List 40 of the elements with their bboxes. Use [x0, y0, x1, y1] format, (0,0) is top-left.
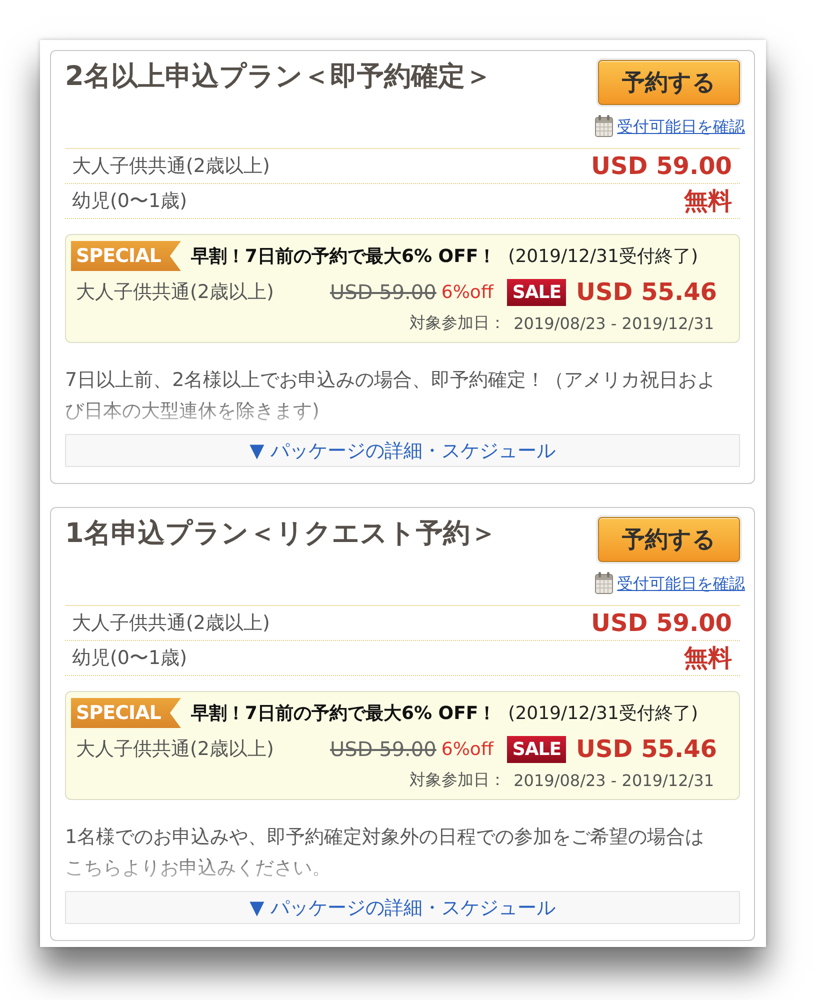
price-value: USD 59.00 — [591, 152, 732, 180]
details-toggle-button[interactable]: ▼ パッケージの詳細・スケジュール — [65, 891, 740, 924]
price-label: 大人子供共通(2歳以上) — [76, 737, 274, 762]
price-label: 幼児(0〜1歳) — [72, 189, 188, 214]
period-dates: 2019/08/23 - 2019/12/31 — [514, 314, 714, 332]
sale-price: USD 55.46 — [576, 735, 717, 763]
original-price: USD 59.00 — [330, 280, 436, 304]
details-toggle-button[interactable]: ▼ パッケージの詳細・スケジュール — [65, 434, 740, 467]
price-label: 大人子供共通(2歳以上) — [76, 280, 274, 305]
price-label: 大人子供共通(2歳以上) — [72, 154, 270, 179]
plan-description: 7日以上前、2名様以上でお申込みの場合、即予約確定！（アメリカ祝日およ び日本の大型連休を除きます) — [65, 368, 718, 424]
sale-badge: SALE — [507, 736, 566, 762]
plan-title: 1名申込プラン＜リクエスト予約＞ — [65, 517, 497, 551]
price-label: 幼児(0〜1歳) — [72, 646, 188, 671]
period-dates: 2019/08/23 - 2019/12/31 — [514, 770, 714, 790]
discount-rate: 6%off — [441, 282, 494, 302]
plan-description: 1名様でのお申込みや、即予約確定対象外の日程での参加をご希望の場合は こちらよりお申込みください。 — [65, 825, 706, 881]
price-label: 大人子供共通(2歳以上) — [72, 611, 270, 636]
price-value: 無料 — [684, 643, 732, 674]
availability-link[interactable]: 受付可能日を確認 — [617, 572, 745, 594]
price-value: USD 59.00 — [591, 609, 732, 637]
offer-headline: 早割！7日前の予約で最大6% OFF！ — [190, 245, 496, 268]
offer-deadline: (2019/12/31受付終了) — [508, 245, 698, 268]
availability-link[interactable]: 受付可能日を確認 — [617, 116, 745, 136]
period-label: 対象参加日： — [410, 312, 506, 334]
special-badge: SPECIAL — [71, 241, 181, 271]
offer-headline: 早割！7日前の予約で最大6% OFF！ — [190, 702, 496, 725]
period-label: 対象参加日： — [410, 770, 506, 790]
calendar-icon — [595, 115, 613, 137]
original-price: USD 59.00 — [330, 737, 436, 761]
special-badge: SPECIAL — [71, 698, 181, 728]
sale-price: USD 55.46 — [576, 278, 717, 306]
book-button[interactable]: 予約する — [598, 517, 740, 562]
plan-title: 2名以上申込プラン＜即予約確定＞ — [65, 60, 492, 94]
book-button[interactable]: 予約する — [598, 60, 740, 105]
discount-rate: 6%off — [441, 738, 494, 760]
price-value: 無料 — [684, 186, 732, 217]
calendar-icon — [595, 572, 613, 594]
sale-badge: SALE — [507, 278, 566, 306]
offer-deadline: (2019/12/31受付終了) — [508, 702, 698, 725]
